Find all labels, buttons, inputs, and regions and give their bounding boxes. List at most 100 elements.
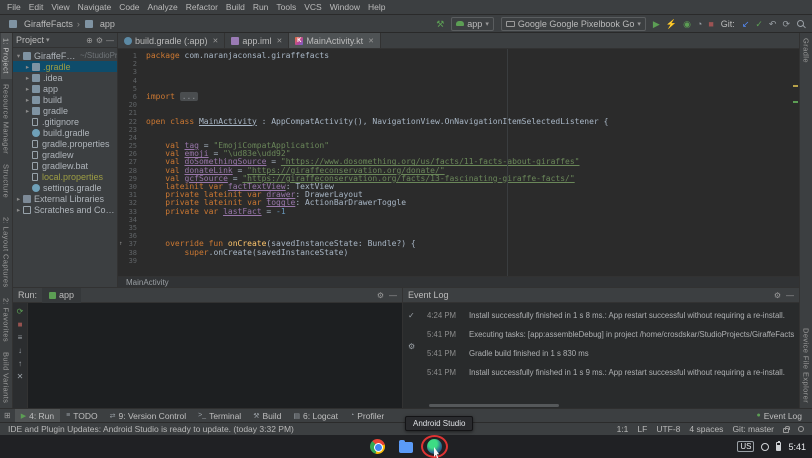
- close-tab-icon[interactable]: ✕: [213, 37, 219, 45]
- close-tab-icon[interactable]: ✕: [368, 37, 374, 45]
- run-button[interactable]: ▶: [653, 19, 660, 29]
- system-tray[interactable]: US 5:41: [737, 435, 806, 458]
- chrome-icon[interactable]: [370, 439, 385, 454]
- editor-tab-mainactivity-kt[interactable]: KMainActivity.kt✕: [289, 33, 381, 48]
- tree-item-scratches-and-consoles[interactable]: ▸Scratches and Consoles: [13, 204, 117, 215]
- project-panel-title[interactable]: Project: [16, 35, 44, 45]
- editor-tab-app-iml[interactable]: app.iml✕: [225, 33, 289, 48]
- tool-window-button-todo[interactable]: ≡TODO: [60, 409, 104, 422]
- tree-item-gradle[interactable]: ▸.gradle: [13, 61, 117, 72]
- git-rollback-button[interactable]: ↶: [769, 19, 777, 29]
- tree-item-giraffefacts[interactable]: ▾GiraffeFacts~/StudioPro: [13, 50, 117, 61]
- breadcrumb-project[interactable]: GiraffeFacts: [24, 19, 73, 29]
- device-select[interactable]: Google Google Pixelbook Go ▾: [501, 17, 646, 31]
- restore-layout-button[interactable]: ≡: [18, 333, 23, 342]
- tool-window-button-9-version-control[interactable]: ⇄9: Version Control: [104, 409, 192, 422]
- expand-arrow-icon[interactable]: ▸: [15, 206, 22, 214]
- status-message[interactable]: IDE and Plugin Updates: Android Studio i…: [8, 424, 294, 434]
- event-log-content[interactable]: ✓⚙ 4:24 PMInstall successfully finished …: [403, 303, 799, 408]
- status-widget-lf[interactable]: LF: [637, 424, 647, 434]
- menu-item-vcs[interactable]: VCS: [300, 2, 325, 12]
- expand-arrow-icon[interactable]: ▸: [24, 85, 31, 93]
- git-commit-button[interactable]: ✓: [755, 19, 763, 29]
- git-update-button[interactable]: ↙: [742, 19, 750, 29]
- tree-item-build-gradle[interactable]: build.gradle: [13, 127, 117, 138]
- tool-stripe-2-favorites[interactable]: 2: Favorites: [1, 293, 12, 347]
- stop-button[interactable]: ■: [708, 19, 713, 29]
- notifications-check-icon[interactable]: ✓: [408, 311, 415, 320]
- tool-window-button-4-run[interactable]: ▶4: Run: [15, 409, 60, 422]
- run-tab-app[interactable]: app: [42, 288, 81, 303]
- tool-stripe-resource-manager[interactable]: Resource Manager: [1, 79, 12, 159]
- tree-item-gitignore[interactable]: .gitignore: [13, 116, 117, 127]
- tree-item-gradle-properties[interactable]: gradle.properties: [13, 138, 117, 149]
- tree-item-gradlew[interactable]: gradlew: [13, 149, 117, 160]
- tree-item-settings-gradle[interactable]: settings.gradle: [13, 182, 117, 193]
- menu-item-analyze[interactable]: Analyze: [144, 2, 182, 12]
- tool-stripe-gradle[interactable]: Gradle: [801, 33, 812, 68]
- expand-arrow-icon[interactable]: ▸: [24, 63, 31, 71]
- tree-item-build[interactable]: ▸build: [13, 94, 117, 105]
- tree-item-gradlew-bat[interactable]: gradlew.bat: [13, 160, 117, 171]
- hide-panel-icon[interactable]: —: [389, 291, 397, 300]
- tool-window-button-event-log[interactable]: ●Event Log: [750, 409, 808, 422]
- expand-arrow-icon[interactable]: ▾: [15, 52, 22, 60]
- build-hammer-icon[interactable]: ⚒: [436, 19, 444, 29]
- lock-icon[interactable]: [783, 428, 789, 433]
- menu-item-help[interactable]: Help: [364, 2, 389, 12]
- status-widget-1-1[interactable]: 1:1: [617, 424, 629, 434]
- tool-stripe-build-variants[interactable]: Build Variants: [1, 347, 12, 408]
- menu-item-window[interactable]: Window: [326, 2, 364, 12]
- profile-button[interactable]: ◔: [697, 19, 702, 29]
- close-tab-icon[interactable]: ✕: [276, 37, 282, 45]
- tool-stripe-2-layout-captures[interactable]: 2: Layout Captures: [1, 212, 12, 293]
- clear-all-button[interactable]: ✕: [17, 372, 24, 381]
- tool-window-button-6-logcat[interactable]: ▤6: Logcat: [287, 409, 344, 422]
- status-widget-git-master[interactable]: Git: master: [732, 424, 774, 434]
- tree-item-app[interactable]: ▸app: [13, 83, 117, 94]
- tree-item-local-properties[interactable]: local.properties: [13, 171, 117, 182]
- tree-item-external-libraries[interactable]: ▸External Libraries: [13, 193, 117, 204]
- hide-panel-icon[interactable]: —: [786, 291, 794, 300]
- tool-stripe-structure[interactable]: Structure: [1, 159, 12, 203]
- editor-tab-build-gradle-app[interactable]: build.gradle (:app)✕: [118, 33, 225, 48]
- debug-button[interactable]: ◉: [683, 19, 691, 29]
- settings-gear-icon[interactable]: ⚙: [96, 36, 103, 45]
- tree-item-idea[interactable]: ▸.idea: [13, 72, 117, 83]
- menu-item-refactor[interactable]: Refactor: [182, 2, 222, 12]
- search-everywhere-icon[interactable]: [797, 20, 804, 27]
- stop-console-button[interactable]: ■: [18, 320, 23, 329]
- tool-stripe-1-project[interactable]: 1: Project: [1, 33, 12, 79]
- menu-item-view[interactable]: View: [47, 2, 73, 12]
- menu-item-code[interactable]: Code: [115, 2, 143, 12]
- menu-item-run[interactable]: Run: [249, 2, 273, 12]
- menu-item-file[interactable]: File: [3, 2, 25, 12]
- tool-stripe-device-file-explorer[interactable]: Device File Explorer: [801, 323, 812, 408]
- tool-window-button-terminal[interactable]: >_Terminal: [192, 409, 247, 422]
- code-editor[interactable]: 1package com.naranjaconsal.giraffefacts2…: [118, 49, 799, 276]
- settings-gear-icon[interactable]: ⚙: [774, 291, 781, 300]
- menu-item-edit[interactable]: Edit: [25, 2, 48, 12]
- run-configuration-select[interactable]: app ▾: [451, 17, 494, 31]
- git-history-button[interactable]: ⟳: [782, 19, 790, 29]
- scroll-down-button[interactable]: ↓: [18, 346, 22, 355]
- status-widget-utf-8[interactable]: UTF-8: [656, 424, 680, 434]
- scroll-up-button[interactable]: ↑: [18, 359, 22, 368]
- status-widget-4-spaces[interactable]: 4 spaces: [689, 424, 723, 434]
- tool-window-switcher-icon[interactable]: ⊞: [0, 411, 15, 420]
- horizontal-scrollbar[interactable]: [429, 404, 559, 407]
- expand-arrow-icon[interactable]: ▸: [24, 74, 31, 82]
- tool-window-button-profiler[interactable]: ◔Profiler: [344, 409, 390, 422]
- keyboard-layout-indicator[interactable]: US: [737, 441, 754, 452]
- gradle-task-icon[interactable]: ⚙: [408, 342, 415, 351]
- menu-item-tools[interactable]: Tools: [272, 2, 300, 12]
- run-console[interactable]: ⟳■≡↓↑✕: [13, 303, 402, 408]
- menu-item-navigate[interactable]: Navigate: [74, 2, 116, 12]
- locate-file-icon[interactable]: ⊕: [86, 36, 93, 45]
- settings-gear-icon[interactable]: ⚙: [377, 291, 384, 300]
- expand-arrow-icon[interactable]: ▸: [24, 107, 31, 115]
- android-studio-shelf-item[interactable]: [427, 439, 442, 454]
- notification-bell-icon[interactable]: [798, 426, 804, 432]
- breadcrumb-class[interactable]: MainActivity: [126, 278, 169, 287]
- breadcrumb-module[interactable]: app: [100, 19, 115, 29]
